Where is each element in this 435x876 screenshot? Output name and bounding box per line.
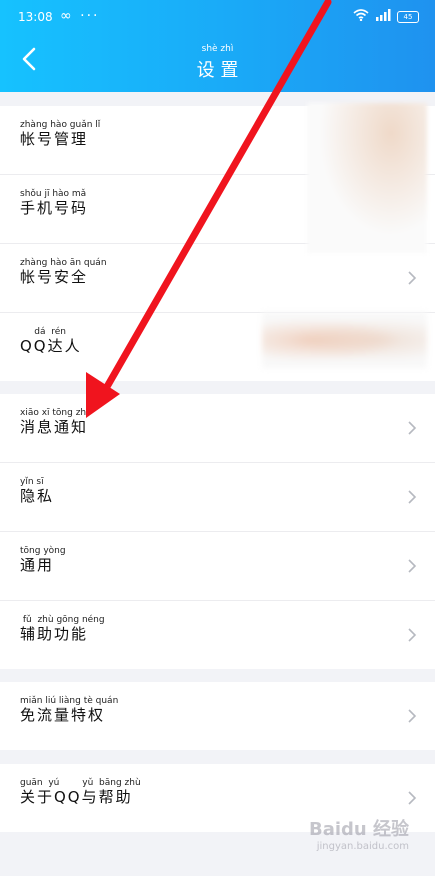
row-pinyin: zhàng hào ān quán <box>20 258 107 268</box>
status-bar: 13:08 ∞ ··· 45 <box>18 8 419 30</box>
chevron-right-icon <box>408 791 417 805</box>
chevron-right-icon <box>408 421 417 435</box>
chevron-right-icon <box>408 628 417 642</box>
row-pinyin: shǒu jī hào mǎ <box>20 189 87 199</box>
row-label: 手机号码 <box>20 199 89 217</box>
page-title: shè zhì 设 置 <box>0 44 435 82</box>
chevron-right-icon <box>408 559 417 573</box>
row-label: 隐私 <box>20 487 55 505</box>
wifi-icon <box>353 9 369 24</box>
row-pinyin: dá rén <box>20 327 66 337</box>
row-pinyin: xiāo xī tōng zhī <box>20 408 89 418</box>
settings-item-privacy[interactable]: yǐn sī 隐私 <box>0 463 435 532</box>
settings-item-notifications[interactable]: xiāo xī tōng zhī 消息通知 <box>0 394 435 463</box>
blurred-badge-area <box>262 312 427 368</box>
battery-icon: 45 <box>397 10 419 23</box>
row-label: 通用 <box>20 556 55 574</box>
settings-item-free-data-privilege[interactable]: miǎn liú liàng tè quán 免流量特权 <box>0 682 435 750</box>
status-time: 13:08 <box>18 10 53 24</box>
row-label: 免流量特权 <box>20 706 106 724</box>
title-bar: 13:08 ∞ ··· 45 shè zhì 设 置 <box>0 0 435 92</box>
row-pinyin: tōng yòng <box>20 546 66 556</box>
row-label: QQ达人 <box>20 337 82 355</box>
page-title-text: 设 置 <box>196 60 239 81</box>
blurred-avatar-area <box>307 103 427 253</box>
settings-section-data-plan: miǎn liú liàng tè quán 免流量特权 <box>0 682 435 750</box>
row-pinyin: yǐn sī <box>20 477 44 487</box>
settings-section-general: xiāo xī tōng zhī 消息通知 yǐn sī 隐私 tōng yòng 通… <box>0 394 435 669</box>
watermark-url: jingyan.baidu.com <box>316 841 409 852</box>
settings-item-accessibility[interactable]: fǔ zhù gōng néng 辅助功能 <box>0 601 435 669</box>
status-notification-icons: ∞ ··· <box>60 8 100 24</box>
row-label: 消息通知 <box>20 418 89 436</box>
row-label: 帐号安全 <box>20 268 89 286</box>
signal-icon <box>375 9 391 24</box>
chevron-right-icon <box>408 271 417 285</box>
row-pinyin: guān yú yǔ bāng zhù <box>20 778 141 788</box>
status-right-icons: 45 <box>353 9 419 24</box>
settings-item-account-security[interactable]: zhàng hào ān quán 帐号安全 <box>0 244 435 313</box>
watermark-text: Baidu 经验 <box>308 819 409 840</box>
chevron-right-icon <box>408 709 417 723</box>
settings-item-general[interactable]: tōng yòng 通用 <box>0 532 435 601</box>
baidu-watermark: Baidu 经验 jingyan.baidu.com <box>309 815 409 852</box>
row-pinyin: zhàng hào guǎn lǐ <box>20 120 101 130</box>
row-label: 关于QQ与帮助 <box>20 788 133 806</box>
row-pinyin: fǔ zhù gōng néng <box>20 615 105 625</box>
row-label: 辅助功能 <box>20 625 89 643</box>
row-pinyin: miǎn liú liàng tè quán <box>20 696 119 706</box>
page-title-pinyin: shè zhì <box>201 44 234 54</box>
chevron-right-icon <box>408 490 417 504</box>
row-label: 帐号管理 <box>20 130 89 148</box>
